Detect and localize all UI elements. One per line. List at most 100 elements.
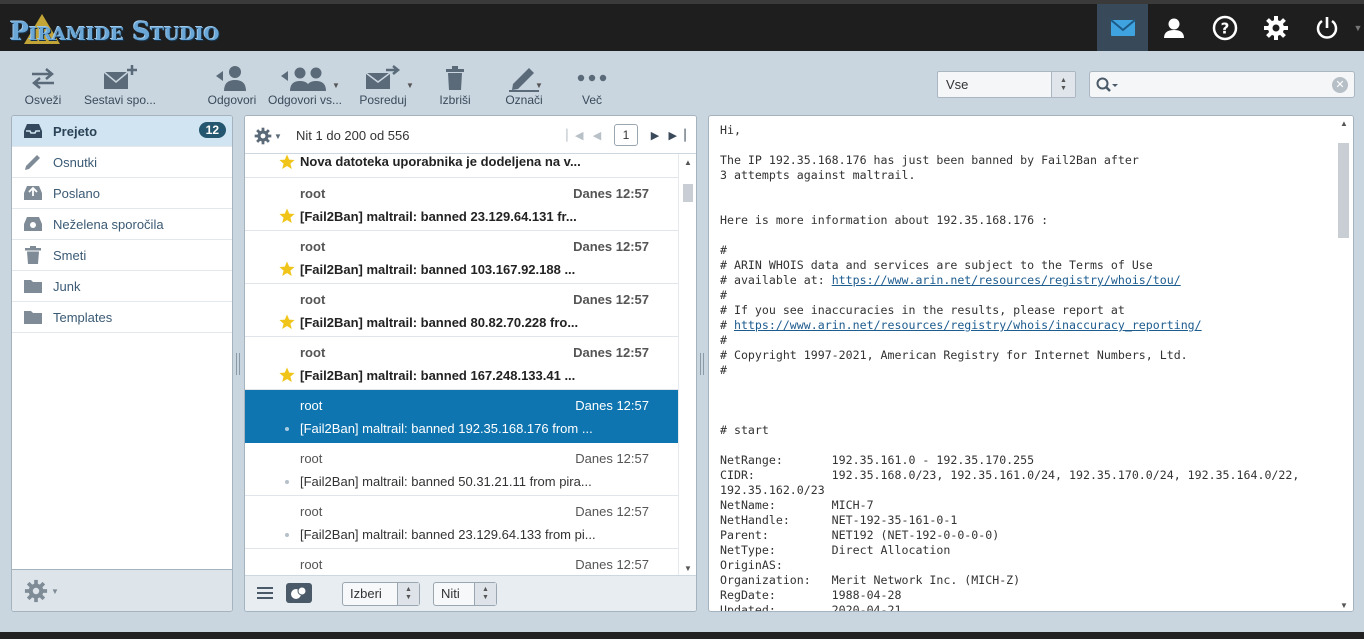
bottom-bar bbox=[0, 632, 1364, 639]
message-from: root bbox=[300, 557, 323, 572]
scrollbar-thumb[interactable] bbox=[1338, 143, 1349, 238]
list-item[interactable]: root Danes 12:57 bbox=[245, 549, 679, 577]
forward-button[interactable]: Posreduj bbox=[359, 63, 407, 107]
last-page-icon[interactable]: ▶▕ bbox=[666, 129, 688, 142]
list-item[interactable]: root Danes 12:57 [Fail2Ban] maltrail: ba… bbox=[245, 496, 679, 549]
select-dropdown[interactable]: Izberi ▲ ▼ bbox=[342, 582, 420, 606]
filter-select-value: Vse bbox=[946, 77, 969, 92]
threads-dropdown[interactable]: Niti ▲ ▼ bbox=[433, 582, 497, 606]
scroll-down-icon[interactable]: ▼ bbox=[1340, 601, 1348, 610]
message-list-splitter[interactable] bbox=[700, 353, 704, 375]
prev-page-icon[interactable]: ◀ bbox=[586, 129, 608, 142]
top-nav-help[interactable]: ? bbox=[1199, 4, 1250, 51]
more-button[interactable]: Več bbox=[574, 63, 610, 107]
list-view-button[interactable] bbox=[257, 586, 273, 603]
list-item[interactable]: root Danes 12:57 [Fail2Ban] maltrail: ba… bbox=[245, 337, 679, 390]
message-body-line: NetRange: 192.35.161.0 - 192.35.170.255 bbox=[720, 453, 1035, 467]
list-item-selected[interactable]: root Danes 12:57 [Fail2Ban] maltrail: ba… bbox=[245, 390, 679, 443]
threads-view-button[interactable] bbox=[285, 582, 313, 607]
filter-select[interactable]: Vse ▲ ▼ bbox=[937, 71, 1076, 98]
select-spinner-icon: ▲ ▼ bbox=[397, 583, 419, 605]
star-flag-icon[interactable] bbox=[279, 261, 295, 277]
top-nav-mail[interactable] bbox=[1097, 4, 1148, 51]
logo-text: Piramide Studio bbox=[10, 16, 220, 46]
folder-item-sent[interactable]: Poslano bbox=[12, 178, 232, 209]
read-dot-icon[interactable] bbox=[285, 533, 289, 537]
reply-icon bbox=[216, 66, 246, 91]
message-body-link[interactable]: https://www.arin.net/resources/registry/… bbox=[734, 318, 1202, 332]
message-subject: [Fail2Ban] maltrail: banned 50.31.21.11 … bbox=[300, 474, 592, 489]
reply-button[interactable]: Odgovori bbox=[205, 63, 259, 107]
message-from: root bbox=[300, 345, 326, 360]
folder-list-splitter[interactable] bbox=[236, 353, 240, 375]
search-icon[interactable] bbox=[1096, 77, 1120, 96]
sent-icon bbox=[22, 183, 44, 203]
message-body-line: # If you see inaccuracies in the results… bbox=[720, 303, 1125, 317]
star-flag-icon[interactable] bbox=[279, 367, 295, 383]
delete-button[interactable]: Izbriši bbox=[436, 63, 474, 107]
top-nav-contacts[interactable] bbox=[1148, 4, 1199, 51]
next-page-icon[interactable]: ▶ bbox=[644, 129, 666, 142]
message-body-line: Parent: NET192 (NET-192-0-0-0-0) bbox=[720, 528, 1000, 542]
top-nav-menu-caret-icon[interactable]: ▼ bbox=[1352, 4, 1364, 51]
folder-item-junk[interactable]: Junk bbox=[12, 271, 232, 302]
folder-item-junk-messages[interactable]: Neželena sporočila bbox=[12, 209, 232, 240]
forward-dropdown-icon[interactable]: ▼ bbox=[406, 81, 414, 90]
drafts-icon bbox=[22, 152, 44, 172]
message-body-line: 3 attempts against maltrail. bbox=[720, 168, 916, 182]
star-flag-icon[interactable] bbox=[279, 314, 295, 330]
list-item[interactable]: root Danes 12:57 [Fail2Ban] maltrail: ba… bbox=[245, 284, 679, 337]
app-logo[interactable]: Piramide Studio bbox=[10, 14, 219, 48]
compose-button[interactable]: Sestavi spo... bbox=[83, 63, 157, 107]
folder-item-trash[interactable]: Smeti bbox=[12, 240, 232, 271]
message-body-line: # ARIN WHOIS data and services are subje… bbox=[720, 258, 1153, 272]
message-body-line: # bbox=[720, 243, 727, 257]
list-item[interactable]: root Danes 12:57 [Fail2Ban] maltrail: ba… bbox=[245, 443, 679, 496]
folder-item-drafts[interactable]: Osnutki bbox=[12, 147, 232, 178]
scroll-up-icon[interactable]: ▲ bbox=[684, 158, 692, 167]
preview-scrollbar[interactable]: ▲ ▼ bbox=[1334, 116, 1353, 611]
message-subject: [Fail2Ban] maltrail: banned 192.35.168.1… bbox=[300, 421, 593, 436]
reply-label: Odgovori bbox=[207, 93, 257, 107]
unread-count-badge: 12 bbox=[198, 122, 226, 138]
folder-label: Smeti bbox=[53, 247, 87, 263]
message-body-line: NetHandle: NET-192-35-161-0-1 bbox=[720, 513, 958, 527]
message-body-link[interactable]: https://www.arin.net/resources/registry/… bbox=[832, 273, 1181, 287]
top-nav-logout[interactable] bbox=[1301, 4, 1352, 51]
star-flag-icon[interactable] bbox=[279, 154, 295, 170]
mark-dropdown-icon[interactable]: ▼ bbox=[535, 81, 543, 90]
search-box[interactable]: ✕ bbox=[1089, 71, 1355, 98]
folder-label: Prejeto bbox=[53, 123, 98, 139]
threads-icon bbox=[286, 583, 312, 603]
message-list-scrollbar[interactable]: ▲ ▼ bbox=[678, 154, 696, 577]
reply-all-dropdown-icon[interactable]: ▼ bbox=[332, 81, 340, 90]
search-input[interactable] bbox=[1124, 75, 1324, 94]
first-page-icon[interactable]: ▏◀ bbox=[564, 129, 586, 142]
message-body-line: Updated: 2020-04-21 bbox=[720, 603, 902, 612]
scroll-up-icon[interactable]: ▲ bbox=[1340, 119, 1348, 128]
list-item[interactable]: Nova datoteka uporabnika je dodeljena na… bbox=[245, 154, 679, 178]
refresh-button[interactable]: Osveži bbox=[23, 63, 63, 107]
scrollbar-thumb[interactable] bbox=[683, 184, 693, 202]
read-dot-icon[interactable] bbox=[285, 480, 289, 484]
list-item[interactable]: root Danes 12:57 [Fail2Ban] maltrail: ba… bbox=[245, 231, 679, 284]
list-item[interactable]: root Danes 12:57 [Fail2Ban] maltrail: ba… bbox=[245, 178, 679, 231]
star-flag-icon[interactable] bbox=[279, 208, 295, 224]
page-number-input[interactable]: 1 bbox=[614, 124, 638, 146]
reply-all-label: Odgovori vs... bbox=[267, 93, 343, 107]
read-dot-icon[interactable] bbox=[285, 427, 289, 431]
scroll-down-icon[interactable]: ▼ bbox=[684, 564, 692, 573]
list-icon bbox=[257, 587, 273, 599]
message-body-line: Hi, bbox=[720, 123, 741, 137]
folder-item-templates[interactable]: Templates bbox=[12, 302, 232, 333]
top-nav-settings[interactable] bbox=[1250, 4, 1301, 51]
message-subject: [Fail2Ban] maltrail: banned 167.248.133.… bbox=[300, 368, 576, 383]
message-body-line: The IP 192.35.168.176 has just been bann… bbox=[720, 153, 1139, 167]
message-body-line bbox=[720, 228, 1332, 243]
forward-icon bbox=[365, 65, 401, 89]
list-options-button[interactable]: ▼ bbox=[254, 127, 282, 145]
chevron-down-icon: ▼ bbox=[274, 131, 282, 141]
search-clear-icon[interactable]: ✕ bbox=[1332, 77, 1348, 93]
folder-item-inbox[interactable]: Prejeto 12 bbox=[12, 116, 232, 147]
folder-actions-button[interactable]: ▼ bbox=[24, 579, 59, 603]
